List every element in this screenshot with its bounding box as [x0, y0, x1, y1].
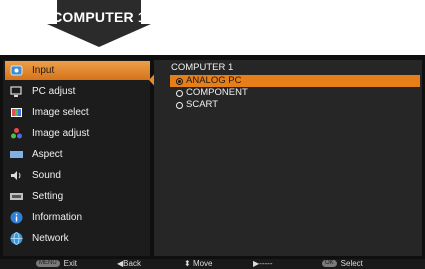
aspect-icon [10, 148, 23, 161]
setting-icon [10, 190, 23, 203]
move-label: Move [192, 259, 213, 268]
menu-item-image-select[interactable]: Image select [5, 103, 150, 122]
input-submenu: COMPUTER 1 ANALOG PC COMPONENT SCART [154, 60, 422, 256]
menu-item-sound[interactable]: Sound [5, 166, 150, 185]
pc-adjust-icon [10, 85, 23, 98]
information-icon [10, 211, 23, 224]
menu-item-image-adjust[interactable]: Image adjust [5, 124, 150, 143]
menu-item-label: PC adjust [32, 86, 76, 97]
menu-item-label: Information [32, 212, 83, 223]
option-component[interactable]: COMPONENT [170, 87, 420, 99]
menu-item-pc-adjust[interactable]: PC adjust [5, 82, 150, 101]
menu-item-label: Image adjust [32, 128, 90, 139]
image-select-icon [10, 106, 23, 119]
radio-selected-icon [176, 78, 183, 85]
menu-item-label: Input [32, 65, 55, 76]
ok-key-icon: OK [322, 260, 337, 268]
footer-select[interactable]: OK Select [322, 259, 363, 269]
network-icon [10, 232, 23, 245]
option-label: SCART [186, 99, 219, 110]
footer-next[interactable]: ▶----- [253, 259, 272, 269]
menu-item-label: Image select [32, 107, 89, 118]
menu-item-label: Sound [32, 170, 61, 181]
image-adjust-icon [10, 127, 23, 140]
source-banner: COMPUTER 1 [45, 0, 153, 48]
option-label: COMPONENT [186, 87, 248, 98]
footer-back[interactable]: ◀Back [117, 259, 141, 269]
menu-item-label: Setting [32, 191, 64, 202]
osd-panel: Input PC adjust Image select Image adjus… [0, 55, 425, 259]
select-label: Select [340, 259, 363, 268]
main-menu: Input PC adjust Image select Image adjus… [3, 60, 158, 256]
next-label: ----- [259, 259, 273, 268]
menu-item-aspect[interactable]: Aspect [5, 145, 150, 164]
banner-label: COMPUTER 1 [52, 9, 146, 25]
menu-item-input[interactable]: Input [5, 61, 150, 80]
exit-label: Exit [63, 259, 78, 268]
back-label: Back [123, 259, 141, 268]
menu-item-information[interactable]: Information [5, 208, 150, 227]
menu-key-icon: MENU [36, 260, 60, 268]
radio-icon [176, 90, 183, 97]
sound-icon [10, 169, 23, 182]
menu-item-network[interactable]: Network [5, 229, 150, 248]
option-label: ANALOG PC [186, 75, 242, 86]
menu-item-setting[interactable]: Setting [5, 187, 150, 206]
up-down-arrow-icon: ⬍ [184, 259, 191, 268]
footer-move[interactable]: ⬍ Move [184, 259, 213, 269]
menu-item-label: Aspect [32, 149, 63, 160]
option-analog-pc[interactable]: ANALOG PC [170, 75, 420, 87]
footer-guide: MENU Exit ◀Back ⬍ Move ▶----- OK Select [0, 259, 425, 269]
footer-exit[interactable]: MENU Exit [36, 259, 77, 269]
radio-icon [176, 102, 183, 109]
input-icon [10, 64, 23, 77]
option-scart[interactable]: SCART [170, 99, 420, 111]
menu-item-label: Network [32, 233, 69, 244]
submenu-title: COMPUTER 1 [171, 62, 234, 73]
